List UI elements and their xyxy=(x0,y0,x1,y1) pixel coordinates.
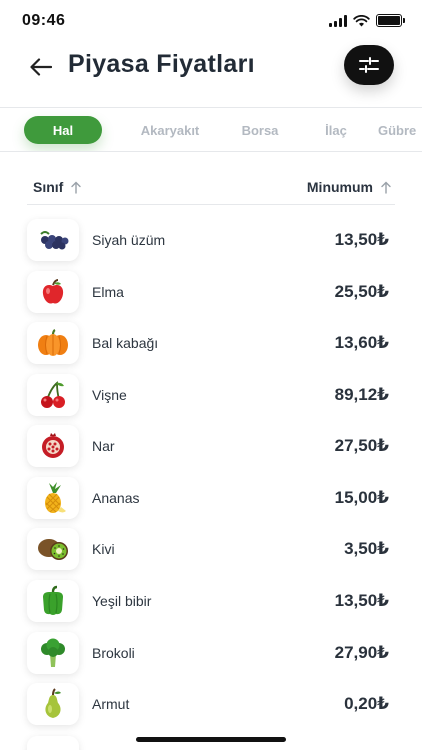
back-button[interactable] xyxy=(26,52,56,82)
pumpkin-icon xyxy=(27,322,79,364)
item-price: 13,50₺ xyxy=(334,591,389,610)
list-item[interactable]: Nar 27,50₺ xyxy=(27,424,395,468)
status-icons xyxy=(329,14,405,27)
arrow-up-icon xyxy=(381,181,391,194)
filter-button[interactable] xyxy=(344,45,394,85)
tab-hal[interactable]: Hal xyxy=(24,116,102,144)
tab-ilac[interactable]: İlaç xyxy=(318,116,354,144)
cellular-signal-icon xyxy=(329,14,347,27)
item-price: 89,12₺ xyxy=(334,385,389,404)
item-price: 27,50₺ xyxy=(334,436,389,455)
list-item[interactable]: Siyah üzüm 13,50₺ xyxy=(27,218,395,262)
black-grape-icon xyxy=(27,219,79,261)
list-item[interactable]: Armut 0,20₺ xyxy=(27,682,395,726)
tab-borsa[interactable]: Borsa xyxy=(236,116,284,144)
status-time: 09:46 xyxy=(22,12,66,29)
item-name: Yeşil bibir xyxy=(92,593,152,609)
list-item[interactable]: Elma 25,50₺ xyxy=(27,270,395,314)
column-minimum-label: Minumum xyxy=(306,179,373,195)
item-name: Nar xyxy=(92,438,115,454)
list-item[interactable]: Ananas 15,00₺ xyxy=(27,476,395,520)
item-name: Vişne xyxy=(92,387,127,403)
cherry-icon xyxy=(27,374,79,416)
kiwi-icon xyxy=(27,528,79,570)
arrow-left-icon xyxy=(30,58,52,76)
pineapple-icon xyxy=(27,477,79,519)
item-price: 3,50₺ xyxy=(344,539,389,558)
list-item[interactable]: Kivi 3,50₺ xyxy=(27,527,395,571)
item-price: 27,90₺ xyxy=(334,643,389,662)
tab-gubre[interactable]: Gübre xyxy=(378,116,422,144)
item-price: 25,50₺ xyxy=(334,282,389,301)
arrow-up-icon xyxy=(71,181,82,194)
column-class-label: Sınıf xyxy=(33,179,64,195)
item-name: Ananas xyxy=(92,490,140,506)
item-name: Siyah üzüm xyxy=(92,232,166,248)
item-name: Brokoli xyxy=(92,645,135,661)
status-bar: 09:46 xyxy=(0,0,422,44)
apple-icon xyxy=(27,271,79,313)
battery-icon xyxy=(376,14,405,27)
item-price: 13,60₺ xyxy=(334,333,389,352)
home-indicator[interactable] xyxy=(136,737,286,742)
list-item[interactable]: Brokoli 27,90₺ xyxy=(27,631,395,675)
item-price: 15,00₺ xyxy=(334,488,389,507)
wifi-icon xyxy=(353,14,370,26)
item-price: 0,20₺ xyxy=(344,694,389,713)
tab-akaryakit[interactable]: Akaryakıt xyxy=(132,116,208,144)
category-tabs: Hal Akaryakıt Borsa İlaç Gübre xyxy=(0,107,422,152)
page-title: Piyasa Fiyatları xyxy=(68,50,255,78)
broccoli-icon xyxy=(27,632,79,674)
item-price: 13,50₺ xyxy=(334,230,389,249)
sort-by-class[interactable]: Sınıf xyxy=(33,179,82,195)
list-item[interactable]: Bal kabağı 13,60₺ xyxy=(27,321,395,365)
green-pepper-icon xyxy=(27,580,79,622)
sort-by-minimum[interactable]: Minumum xyxy=(307,179,391,195)
item-name: Elma xyxy=(92,284,124,300)
list-item-partial xyxy=(27,736,79,750)
item-name: Armut xyxy=(92,696,130,712)
item-name: Kivi xyxy=(92,541,115,557)
list-header: Sınıf Minumum xyxy=(27,176,395,205)
header: Piyasa Fiyatları xyxy=(0,44,422,108)
item-name: Bal kabağı xyxy=(92,335,159,351)
sliders-icon xyxy=(359,57,379,73)
list-item[interactable]: Yeşil bibir 13,50₺ xyxy=(27,579,395,623)
pear-icon xyxy=(27,683,79,725)
pomegranate-icon xyxy=(27,425,79,467)
list-item[interactable]: Vişne 89,12₺ xyxy=(27,373,395,417)
